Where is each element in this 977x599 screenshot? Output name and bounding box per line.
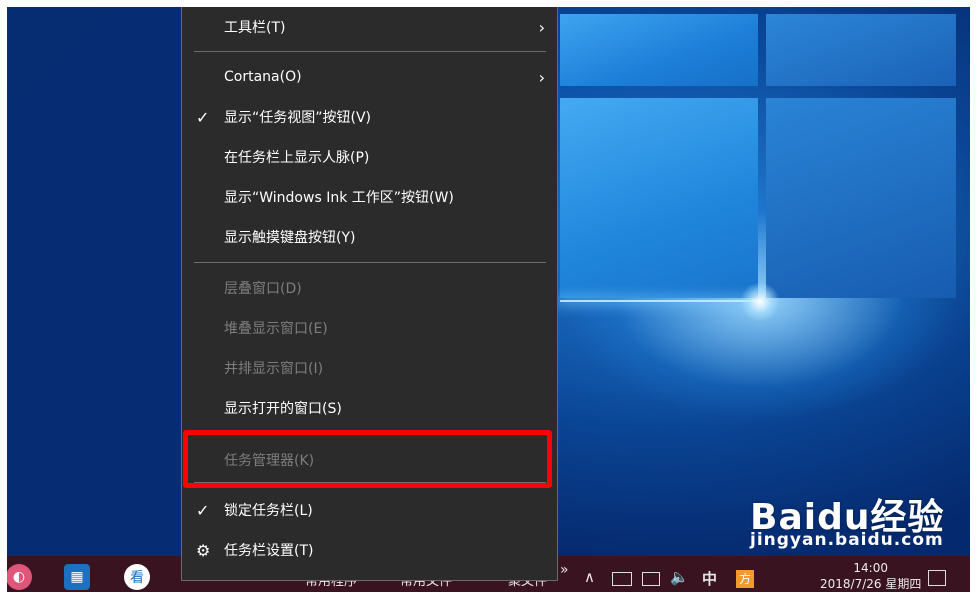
clock-date: 2018/7/26 星期四: [820, 577, 922, 591]
volume-icon[interactable]: 🔈: [670, 568, 689, 586]
system-clock[interactable]: 14:00 2018/7/26 星期四: [820, 560, 921, 592]
taskbar-context-menu: 工具栏(T) › Cortana(O) › ✓ 显示“任务视图”按钮(V) 在任…: [181, 0, 558, 581]
wallpaper-light-ray: [560, 300, 760, 302]
watermark-url: jingyan.baidu.com: [750, 530, 944, 550]
menu-separator: [194, 51, 546, 52]
menu-item-stack-windows[interactable]: 堆叠显示窗口(E): [182, 309, 557, 347]
menu-item-label: 锁定任务栏(L): [224, 503, 313, 519]
checkmark-icon: ✓: [196, 500, 210, 520]
input-method-icon[interactable]: 方: [736, 570, 754, 588]
menu-item-label: 显示“任务视图”按钮(V): [224, 110, 372, 126]
menu-item-show-desktop[interactable]: 显示打开的窗口(S): [182, 389, 557, 427]
app-icon-viewer[interactable]: 看: [124, 564, 150, 590]
menu-item-show-people[interactable]: 在任务栏上显示人脉(P): [182, 138, 557, 176]
menu-item-label: 在任务栏上显示人脉(P): [224, 150, 370, 166]
toolbar-overflow-chevron[interactable]: »: [560, 562, 569, 578]
wallpaper-pane: [766, 14, 956, 86]
menu-item-label: 显示打开的窗口(S): [224, 401, 342, 417]
battery-icon[interactable]: [612, 572, 632, 586]
notification-center-icon[interactable]: [928, 570, 946, 586]
menu-item-show-task-view[interactable]: ✓ 显示“任务视图”按钮(V): [182, 98, 557, 136]
menu-item-lock-taskbar[interactable]: ✓ 锁定任务栏(L): [182, 491, 557, 529]
menu-item-label: 任务栏设置(T): [224, 543, 314, 559]
menu-item-label: 并排显示窗口(I): [224, 361, 324, 377]
wallpaper-pane: [766, 98, 956, 298]
menu-item-side-by-side[interactable]: 并排显示窗口(I): [182, 349, 557, 387]
clock-time: 14:00: [853, 561, 888, 575]
menu-item-label: 层叠窗口(D): [224, 281, 302, 297]
menu-item-show-windows-ink[interactable]: 显示“Windows Ink 工作区”按钮(W): [182, 178, 557, 216]
menu-item-label: Cortana(O): [224, 69, 302, 85]
menu-item-cascade-windows[interactable]: 层叠窗口(D): [182, 269, 557, 307]
gear-icon: ⚙: [196, 540, 211, 560]
submenu-arrow-icon: ›: [538, 17, 545, 37]
menu-item-show-touch-keyboard[interactable]: 显示触摸键盘按钮(Y): [182, 218, 557, 256]
menu-separator: [194, 262, 546, 263]
checkmark-icon: ✓: [196, 107, 210, 127]
tray-show-hidden-icon[interactable]: ∧: [584, 568, 595, 586]
ime-indicator[interactable]: 中: [702, 568, 717, 589]
menu-item-label: 显示“Windows Ink 工作区”按钮(W): [224, 190, 454, 206]
menu-item-label: 工具栏(T): [224, 20, 286, 36]
wallpaper-pane: [560, 98, 758, 298]
submenu-arrow-icon: ›: [538, 67, 545, 87]
menu-item-cortana[interactable]: Cortana(O) ›: [182, 58, 557, 96]
watermark: Baidu经验 jingyan.baidu.com: [750, 488, 944, 550]
wallpaper-light-glow: [740, 282, 780, 322]
menu-item-label: 堆叠显示窗口(E): [224, 321, 328, 337]
app-icon-store[interactable]: ▦: [64, 564, 90, 590]
menu-item-taskbar-settings[interactable]: ⚙ 任务栏设置(T): [182, 531, 557, 569]
menu-item-toolbars[interactable]: 工具栏(T) ›: [182, 8, 557, 46]
app-icon-browser[interactable]: ◐: [6, 564, 32, 590]
wallpaper-pane: [560, 14, 758, 86]
menu-item-label: 显示触摸键盘按钮(Y): [224, 230, 356, 246]
network-icon[interactable]: [642, 572, 660, 586]
annotation-highlight-box: [183, 430, 552, 488]
